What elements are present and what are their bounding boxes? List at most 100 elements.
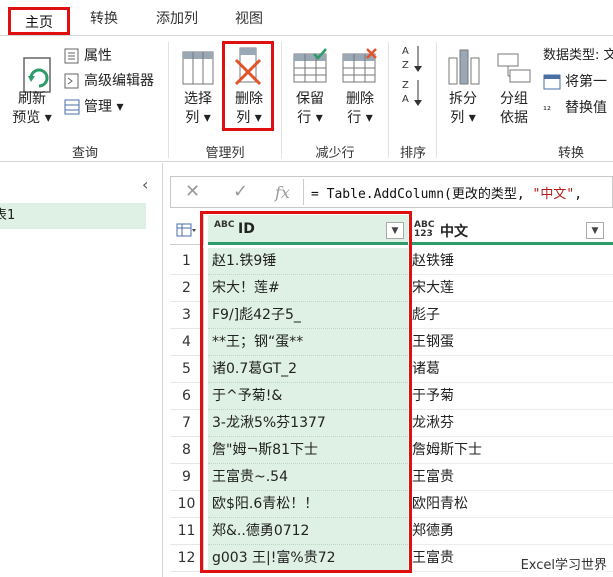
tab-transform[interactable]: 转换 — [90, 8, 118, 30]
split-column-button[interactable]: 拆分 列 ▾ — [443, 90, 483, 128]
row-number[interactable]: 6 — [170, 383, 204, 410]
group-label-manage-columns: 管理列 — [205, 146, 245, 161]
id-column-highlight — [200, 211, 412, 573]
row-number[interactable]: 1 — [170, 248, 204, 275]
sort-ascending-icon: A Z — [402, 46, 422, 72]
keep-rows-button[interactable]: 保留 行 ▾ — [290, 90, 330, 128]
row-number[interactable]: 4 — [170, 329, 204, 356]
choose-columns-button[interactable]: 选择 列 ▾ — [178, 90, 218, 128]
row-number[interactable]: 5 — [170, 356, 204, 383]
cell-cn[interactable]: 龙湫芬 — [410, 410, 613, 437]
group-label-transform: 转换 — [557, 146, 584, 161]
keep-rows-icon — [293, 48, 327, 83]
any-type-icon: ABC 123 — [414, 220, 435, 239]
row-number[interactable]: 12 — [170, 545, 204, 572]
group-separator — [436, 42, 437, 158]
keep-rows-label-1: 保留 — [296, 91, 324, 107]
svg-text:A: A — [402, 94, 409, 105]
first-row-header-icon — [543, 74, 561, 90]
keep-rows-label-2: 行 ▾ — [297, 110, 323, 126]
cell-cn[interactable]: 郑德勇 — [410, 518, 613, 545]
ribbon-tab-bar: 主页 转换 添加列 视图 — [0, 0, 613, 36]
choose-columns-icon — [182, 51, 214, 85]
group-by-label-1: 分组 — [500, 91, 528, 107]
tab-add-column[interactable]: 添加列 — [156, 8, 198, 30]
sort-descending-icon: Z A — [402, 80, 422, 106]
group-by-icon — [497, 53, 531, 83]
tab-view[interactable]: 视图 — [235, 8, 263, 30]
split-column-icon — [448, 49, 480, 85]
fx-icon[interactable]: fx — [275, 183, 290, 202]
choose-cols-label-2: 列 ▾ — [185, 110, 211, 126]
cell-cn[interactable]: 诸葛 — [410, 356, 613, 383]
split-col-label-2: 列 ▾ — [450, 110, 476, 126]
remove-rows-label-2: 行 ▾ — [347, 110, 373, 126]
row-number[interactable]: 2 — [170, 275, 204, 302]
data-type-dropdown[interactable]: 数据类型: 文 — [543, 46, 613, 66]
table-menu-icon — [176, 223, 196, 237]
svg-text:A: A — [402, 46, 409, 57]
column-title: 中文 — [440, 224, 468, 240]
group-label-query: 查询 — [71, 146, 98, 161]
split-col-label-1: 拆分 — [449, 91, 477, 107]
query-item-label: 表1 — [0, 208, 16, 223]
formula-input[interactable]: = Table.AddColumn(更改的类型, "中文", — [311, 183, 582, 202]
cell-cn[interactable]: 王富贵 — [410, 464, 613, 491]
cell-cn[interactable]: 于予菊 — [410, 383, 613, 410]
properties-button[interactable]: 属性 — [84, 46, 112, 66]
row-number[interactable]: 11 — [170, 518, 204, 545]
group-separator — [388, 42, 389, 158]
row-number[interactable]: 8 — [170, 437, 204, 464]
cell-cn[interactable]: 彪子 — [410, 302, 613, 329]
group-by-label-2: 依据 — [500, 110, 528, 126]
row-number[interactable]: 7 — [170, 410, 204, 437]
cell-cn[interactable]: 宋大莲 — [410, 275, 613, 302]
group-by-button[interactable]: 分组 依据 — [494, 90, 534, 128]
advanced-editor-icon — [64, 73, 79, 89]
first-row-header-button[interactable]: 将第一 — [565, 72, 607, 92]
formula-suffix: , — [574, 187, 583, 202]
replace-values-icon: ₁₂ — [543, 102, 552, 113]
queries-pane: ‹ 表1 — [0, 163, 163, 577]
row-number[interactable]: 3 — [170, 302, 204, 329]
formula-string: "中文" — [532, 187, 575, 202]
confirm-icon[interactable]: ✓ — [233, 181, 248, 202]
refresh-label-1: 刷新 — [18, 91, 46, 107]
cancel-icon[interactable]: ✕ — [185, 181, 200, 202]
cell-cn[interactable]: 欧阳青松 — [410, 491, 613, 518]
formula-divider — [303, 179, 304, 205]
remove-rows-label-1: 删除 — [346, 91, 374, 107]
table-corner[interactable] — [170, 215, 204, 245]
advanced-editor-button[interactable]: 高级编辑器 — [84, 71, 154, 91]
query-item-table1[interactable]: 表1 — [0, 203, 146, 229]
manage-icon — [64, 99, 80, 115]
choose-cols-label-1: 选择 — [184, 91, 212, 107]
remove-columns-highlight — [222, 41, 274, 131]
group-separator — [281, 42, 282, 158]
data-grid: ABC ID ▼ ABC 123 中文 ▼ 1 赵1.铁9锤 赵铁锤 2 宋大！莲# 宋大… — [170, 211, 613, 577]
formula-bar: ✕ ✓ fx = Table.AddColumn(更改的类型, "中文", — [170, 176, 613, 208]
remove-rows-button[interactable]: 删除 行 ▾ — [340, 90, 380, 128]
refresh-label-2: 预览 ▾ — [12, 110, 52, 126]
ribbon: 刷新 预览 ▾ 属性 高级编辑器 管理 ▾ 查询 选择 列 ▾ 删除 列 ▾ 管… — [0, 36, 613, 162]
svg-text:Z: Z — [402, 60, 409, 71]
row-number[interactable]: 9 — [170, 464, 204, 491]
collapse-pane-icon[interactable]: ‹ — [142, 175, 148, 194]
tab-home[interactable]: 主页 — [8, 7, 70, 35]
manage-button[interactable]: 管理 ▾ — [84, 97, 123, 117]
refresh-preview-button[interactable]: 刷新 预览 ▾ — [12, 90, 52, 128]
cell-cn[interactable]: 赵铁锤 — [410, 248, 613, 275]
cell-cn[interactable]: 王钢蛋 — [410, 329, 613, 356]
sort-descending-button[interactable]: Z A — [402, 78, 426, 106]
group-separator — [168, 42, 169, 158]
replace-values-button[interactable]: 替换值 — [565, 98, 607, 118]
watermark: Excel学习世界 — [520, 554, 607, 573]
properties-icon — [64, 48, 79, 64]
cell-cn[interactable]: 詹姆斯下士 — [410, 437, 613, 464]
sort-ascending-button[interactable]: A Z — [402, 44, 426, 72]
column-header-cn[interactable]: ABC 123 中文 ▼ — [410, 215, 613, 245]
svg-text:Z: Z — [402, 80, 409, 91]
filter-dropdown-icon[interactable]: ▼ — [586, 222, 604, 239]
row-number[interactable]: 10 — [170, 491, 204, 518]
group-label-sort: 排序 — [399, 146, 426, 161]
